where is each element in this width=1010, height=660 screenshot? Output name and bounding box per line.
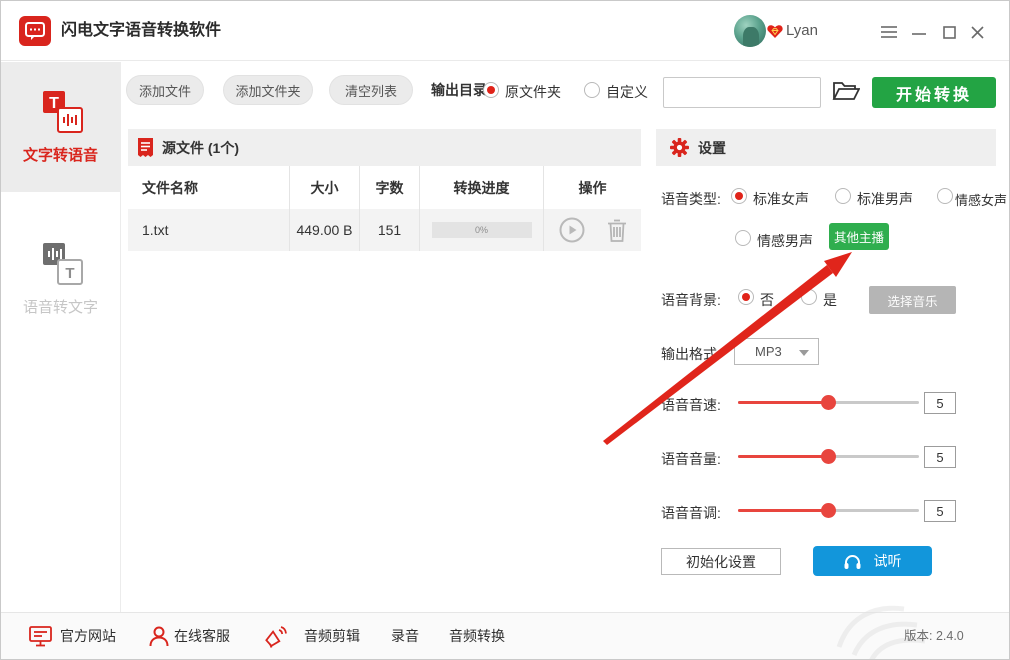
radio-background-yes[interactable] bbox=[801, 289, 817, 305]
volume-slider-thumb[interactable] bbox=[821, 449, 836, 464]
pitch-value-box[interactable]: 5 bbox=[924, 500, 956, 522]
minimize-icon[interactable] bbox=[909, 23, 929, 41]
speed-slider-thumb[interactable] bbox=[821, 395, 836, 410]
footer-link-record[interactable]: 录音 bbox=[391, 613, 419, 659]
reset-settings-button[interactable]: 初始化设置 bbox=[661, 548, 781, 575]
title-bar: 闪电文字语音转换软件 Lyan bbox=[1, 1, 1009, 61]
gear-icon bbox=[670, 138, 689, 157]
sidebar-item-text-to-speech[interactable]: T 文字转语音 bbox=[1, 62, 120, 192]
radio-emotional-male[interactable] bbox=[735, 230, 751, 246]
radio-custom-folder[interactable] bbox=[584, 82, 600, 98]
volume-slider[interactable] bbox=[738, 455, 919, 458]
radio-standard-female-label: 标准女声 bbox=[753, 189, 809, 209]
radio-original-folder-label: 原文件夹 bbox=[505, 82, 561, 102]
headphone-icon bbox=[844, 554, 861, 569]
version-text: 版本: 2.4.0 bbox=[904, 613, 964, 659]
output-format-label: 输出格式: bbox=[661, 344, 721, 364]
pitch-slider-thumb[interactable] bbox=[821, 503, 836, 518]
source-files-title: 源文件 (1个) bbox=[162, 138, 239, 158]
choose-music-button[interactable]: 选择音乐 bbox=[869, 286, 956, 314]
speed-slider[interactable] bbox=[738, 401, 919, 404]
radio-emotional-female[interactable] bbox=[937, 188, 953, 204]
text-to-speech-icon: T bbox=[38, 89, 84, 135]
volume-value-box[interactable]: 5 bbox=[924, 446, 956, 468]
output-path-input[interactable] bbox=[663, 77, 821, 108]
radio-emotional-male-label: 情感男声 bbox=[757, 231, 813, 251]
close-icon[interactable] bbox=[967, 23, 987, 41]
radio-background-no[interactable] bbox=[738, 289, 754, 305]
column-header-filename: 文件名称 bbox=[128, 166, 289, 209]
play-icon[interactable] bbox=[559, 217, 585, 243]
sidebar-item-speech-to-text[interactable]: T 语音转文字 bbox=[1, 224, 120, 334]
format-dropdown[interactable]: MP3 bbox=[734, 338, 819, 365]
document-icon bbox=[138, 138, 153, 157]
delete-icon[interactable] bbox=[607, 219, 627, 242]
radio-standard-male-label: 标准男声 bbox=[857, 189, 913, 209]
voice-type-label: 语音类型: bbox=[661, 189, 721, 209]
column-header-size: 大小 bbox=[289, 166, 359, 209]
radio-background-yes-label: 是 bbox=[823, 290, 837, 310]
voice-background-label: 语音背景: bbox=[661, 290, 721, 310]
settings-header: 设置 bbox=[656, 129, 996, 166]
radio-emotional-female-label: 情感女声 bbox=[955, 190, 1007, 209]
source-files-header: 源文件 (1个) bbox=[128, 129, 641, 166]
progress-bar: 0% bbox=[432, 222, 532, 238]
preview-button[interactable]: 试听 bbox=[813, 546, 932, 576]
column-header-words: 字数 bbox=[359, 166, 419, 209]
footer-link-website[interactable]: 官方网站 bbox=[60, 613, 116, 659]
progress-value: 0% bbox=[475, 225, 488, 235]
cell-filename: 1.txt bbox=[128, 209, 289, 251]
app-title: 闪电文字语音转换软件 bbox=[61, 1, 221, 60]
other-voices-button[interactable]: 其他主播 bbox=[829, 223, 889, 250]
sidebar-item-label: 文字转语音 bbox=[23, 144, 98, 165]
add-file-button[interactable]: 添加文件 bbox=[126, 75, 204, 105]
table-row[interactable]: 1.txt 449.00 B 151 0% bbox=[128, 209, 641, 251]
user-name[interactable]: Lyan bbox=[786, 1, 818, 60]
cell-words: 151 bbox=[359, 209, 419, 251]
sidebar-item-label: 语音转文字 bbox=[23, 296, 98, 317]
footer-link-audio-convert[interactable]: 音频转换 bbox=[449, 613, 505, 659]
cell-size: 449.00 B bbox=[289, 209, 359, 251]
format-value: MP3 bbox=[755, 344, 782, 359]
pitch-slider-label: 语音音调: bbox=[661, 503, 721, 523]
browse-folder-icon[interactable] bbox=[832, 79, 860, 108]
footer-link-service[interactable]: 在线客服 bbox=[174, 613, 230, 659]
maximize-icon[interactable] bbox=[939, 23, 959, 41]
website-icon bbox=[29, 626, 52, 652]
pitch-slider[interactable] bbox=[738, 509, 919, 512]
radio-standard-female[interactable] bbox=[731, 188, 747, 204]
app-logo-icon bbox=[19, 16, 51, 46]
chevron-down-icon bbox=[799, 350, 809, 356]
radio-original-folder[interactable] bbox=[483, 82, 499, 98]
user-avatar[interactable] bbox=[734, 15, 766, 47]
footer-bar: 官方网站 在线客服 音频剪辑 录音 音频转换 版 bbox=[1, 612, 1009, 659]
table-header-row: 文件名称 大小 字数 转换进度 操作 bbox=[128, 166, 641, 209]
speed-value-box[interactable]: 5 bbox=[924, 392, 956, 414]
volume-slider-label: 语音音量: bbox=[661, 449, 721, 469]
add-folder-button[interactable]: 添加文件夹 bbox=[223, 75, 313, 105]
radio-standard-male[interactable] bbox=[835, 188, 851, 204]
start-convert-button[interactable]: 开始转换 bbox=[872, 77, 996, 108]
footer-link-audio-edit[interactable]: 音频剪辑 bbox=[304, 613, 360, 659]
customer-service-icon bbox=[149, 626, 169, 652]
svg-text:T: T bbox=[65, 265, 74, 282]
clear-list-button[interactable]: 清空列表 bbox=[329, 75, 413, 105]
megaphone-icon bbox=[263, 625, 287, 653]
vip-badge-icon bbox=[767, 24, 783, 39]
app-window: 闪电文字语音转换软件 Lyan T bbox=[0, 0, 1010, 660]
speech-to-text-icon: T bbox=[38, 241, 84, 287]
radio-custom-folder-label: 自定义 bbox=[606, 82, 648, 102]
radio-background-no-label: 否 bbox=[760, 290, 774, 310]
cell-actions bbox=[543, 209, 641, 251]
settings-title: 设置 bbox=[698, 138, 726, 158]
cell-progress: 0% bbox=[419, 209, 543, 251]
column-header-progress: 转换进度 bbox=[419, 166, 543, 209]
column-header-actions: 操作 bbox=[543, 166, 641, 209]
sidebar: T 文字转语音 T 语音转文字 bbox=[1, 62, 121, 612]
speed-slider-label: 语音音速: bbox=[661, 395, 721, 415]
preview-button-label: 试听 bbox=[874, 551, 902, 571]
menu-icon[interactable] bbox=[879, 23, 899, 41]
